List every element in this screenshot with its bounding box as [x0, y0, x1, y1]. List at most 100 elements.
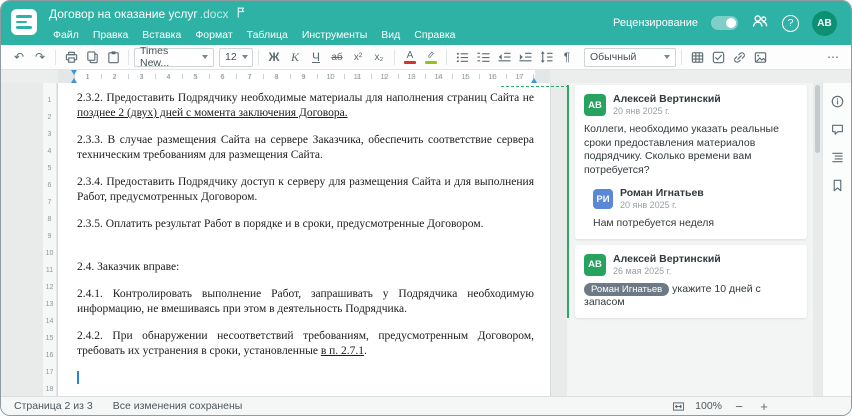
ruler-number: 16	[488, 72, 497, 81]
print-button[interactable]	[61, 47, 81, 67]
ruler-number: 17	[515, 72, 524, 81]
comment-date: 26 мая 2025 г.	[613, 265, 672, 276]
insert-image-button[interactable]	[750, 47, 770, 67]
superscript-button[interactable]: х²	[348, 47, 368, 67]
ruler-number: 4	[47, 148, 52, 155]
ruler-number: 6	[220, 72, 225, 81]
vertical-ruler[interactable]: 1 2 3 4 5 6 7 8 9 10 11 12 13 14 15 16 17 18	[43, 83, 57, 396]
insert-table-button[interactable]	[687, 47, 707, 67]
zoom-in-button[interactable]: +	[756, 398, 772, 414]
paragraph: 2.4.1. Контролировать выполнение Работ, …	[77, 288, 534, 315]
document-page[interactable]: 2.3.2. Предоставить Подрядчику необходим…	[58, 83, 550, 396]
redo-button[interactable]: ↷	[30, 47, 50, 67]
favorite-flag-icon[interactable]	[235, 6, 248, 23]
numbered-list-button[interactable]	[473, 47, 493, 67]
vertical-scrollbar[interactable]	[815, 85, 820, 394]
comment-thread[interactable]: АВ Алексей Вертинский 20 янв 2025 г. Кол…	[575, 85, 807, 239]
nonprinting-characters-button[interactable]: ¶	[557, 47, 577, 67]
page-indicator[interactable]: Страница 2 из 3	[14, 400, 93, 412]
info-icon[interactable]	[828, 92, 846, 110]
ruler-number: 15	[45, 335, 54, 342]
ruler-number: 1	[47, 97, 52, 104]
collaboration-users-icon[interactable]	[751, 12, 769, 35]
ruler-number: 13	[45, 301, 54, 308]
undo-button[interactable]: ↶	[9, 47, 29, 67]
h-ruler-numbers: 1 2 3 4 5 6 7 8 9 10 11 12 13 14 15 16 17	[58, 70, 550, 83]
menu-format[interactable]: Формат	[188, 25, 239, 45]
menu-tools[interactable]: Инструменты	[295, 25, 374, 45]
strikethrough-button[interactable]: аб	[327, 47, 347, 67]
font-color-button[interactable]: А	[400, 47, 420, 67]
caret-down-icon	[202, 55, 208, 59]
app-logo-icon[interactable]	[11, 9, 37, 35]
copy-button[interactable]	[82, 47, 102, 67]
menu-view[interactable]: Вид	[374, 25, 407, 45]
checkbox-button[interactable]	[708, 47, 728, 67]
document-title-extension: .docx	[199, 7, 229, 21]
ruler-number: 2	[47, 114, 52, 121]
horizontal-ruler[interactable]: 1 2 3 4 5 6 7 8 9 10 11 12 13 14 15 16 17	[58, 70, 550, 83]
comment-reply[interactable]: РИ Роман Игнатьев 20 янв 2025 г. Нам пот…	[584, 187, 798, 231]
ruler-number: 5	[47, 165, 52, 172]
more-toolbar-button[interactable]: ⋯	[823, 47, 843, 67]
user-avatar[interactable]: АВ	[812, 10, 837, 36]
ruler-number: 7	[47, 199, 52, 206]
ruler-number: 14	[434, 72, 443, 81]
menu-insert[interactable]: Вставка	[135, 25, 188, 45]
underline-button[interactable]: Ч	[306, 47, 326, 67]
document-title-row: Договор на оказание услуг .docx	[46, 6, 463, 23]
ruler-number: 9	[301, 72, 306, 81]
ruler-number: 5	[193, 72, 198, 81]
ruler-number: 12	[45, 284, 54, 291]
ruler-number: 15	[461, 72, 470, 81]
user-mention-chip[interactable]: Роман Игнатьев	[584, 282, 670, 296]
menu-file[interactable]: Файл	[46, 25, 86, 45]
menu-help[interactable]: Справка	[407, 25, 462, 45]
line-spacing-button[interactable]	[536, 47, 556, 67]
paragraph-style-select[interactable]: Обычный	[584, 47, 676, 67]
navigation-icon[interactable]	[828, 148, 846, 166]
highlight-color-button[interactable]	[421, 47, 441, 67]
zoom-out-button[interactable]: −	[731, 398, 747, 414]
tracked-insertion: в п. 2.7.1	[320, 345, 365, 357]
ruler-number: 2	[112, 72, 117, 81]
comment-thread[interactable]: АВ Алексей Вертинский 26 мая 2025 г. Ром…	[575, 244, 807, 318]
ruler-number: 11	[353, 72, 362, 81]
bookmarks-icon[interactable]	[828, 176, 846, 194]
ruler-number: 16	[45, 352, 54, 359]
document-area: 1 2 3 4 5 6 7 8 9 10 11 12 13 14 15 16 17 18 2.3.2. Предо…	[1, 83, 851, 396]
help-icon[interactable]: ?	[782, 14, 799, 32]
italic-button[interactable]: К	[285, 47, 305, 67]
tracked-insertion: позднее 2 (двух) дней с момента заключен…	[77, 107, 348, 119]
ruler-row: 1 2 3 4 5 6 7 8 9 10 11 12 13 14 15 16 17	[1, 70, 851, 83]
comment-text: Роман Игнатьев укажите 10 дней с запасом	[584, 282, 761, 308]
ruler-number: 13	[407, 72, 416, 81]
comment-author-name: Алексей Вертинский	[613, 252, 721, 265]
v-ruler-numbers: 1 2 3 4 5 6 7 8 9 10 11 12 13 14 15 16 17 18	[43, 83, 56, 396]
first-line-indent-marker[interactable]	[71, 70, 77, 75]
paragraph: 2.4. Заказчик вправе:	[77, 261, 180, 273]
ruler-number: 7	[247, 72, 252, 81]
ruler-number: 12	[380, 72, 389, 81]
ruler-number: 1	[85, 72, 90, 81]
menu-table[interactable]: Таблица	[240, 25, 295, 45]
ruler-number: 17	[45, 369, 54, 376]
scrollbar-thumb[interactable]	[815, 85, 820, 153]
increase-indent-button[interactable]	[515, 47, 535, 67]
reply-author-name: Роман Игнатьев	[620, 187, 704, 199]
subscript-button[interactable]: х₂	[369, 47, 389, 67]
menu-edit[interactable]: Правка	[86, 25, 135, 45]
font-size-select[interactable]: 12	[219, 47, 253, 67]
bullet-list-button[interactable]	[452, 47, 472, 67]
paste-button[interactable]	[103, 47, 123, 67]
comment-author-avatar: АВ	[584, 253, 606, 276]
review-toggle[interactable]	[711, 16, 738, 30]
zoom-level[interactable]: 100%	[695, 400, 722, 412]
decrease-indent-button[interactable]	[494, 47, 514, 67]
fit-width-icon[interactable]	[670, 398, 686, 414]
insert-link-button[interactable]	[729, 47, 749, 67]
toolbar-divider	[394, 49, 395, 65]
font-name-select[interactable]: Times New...	[134, 45, 214, 69]
bold-button[interactable]: Ж	[264, 47, 284, 67]
comments-icon[interactable]	[828, 120, 846, 138]
